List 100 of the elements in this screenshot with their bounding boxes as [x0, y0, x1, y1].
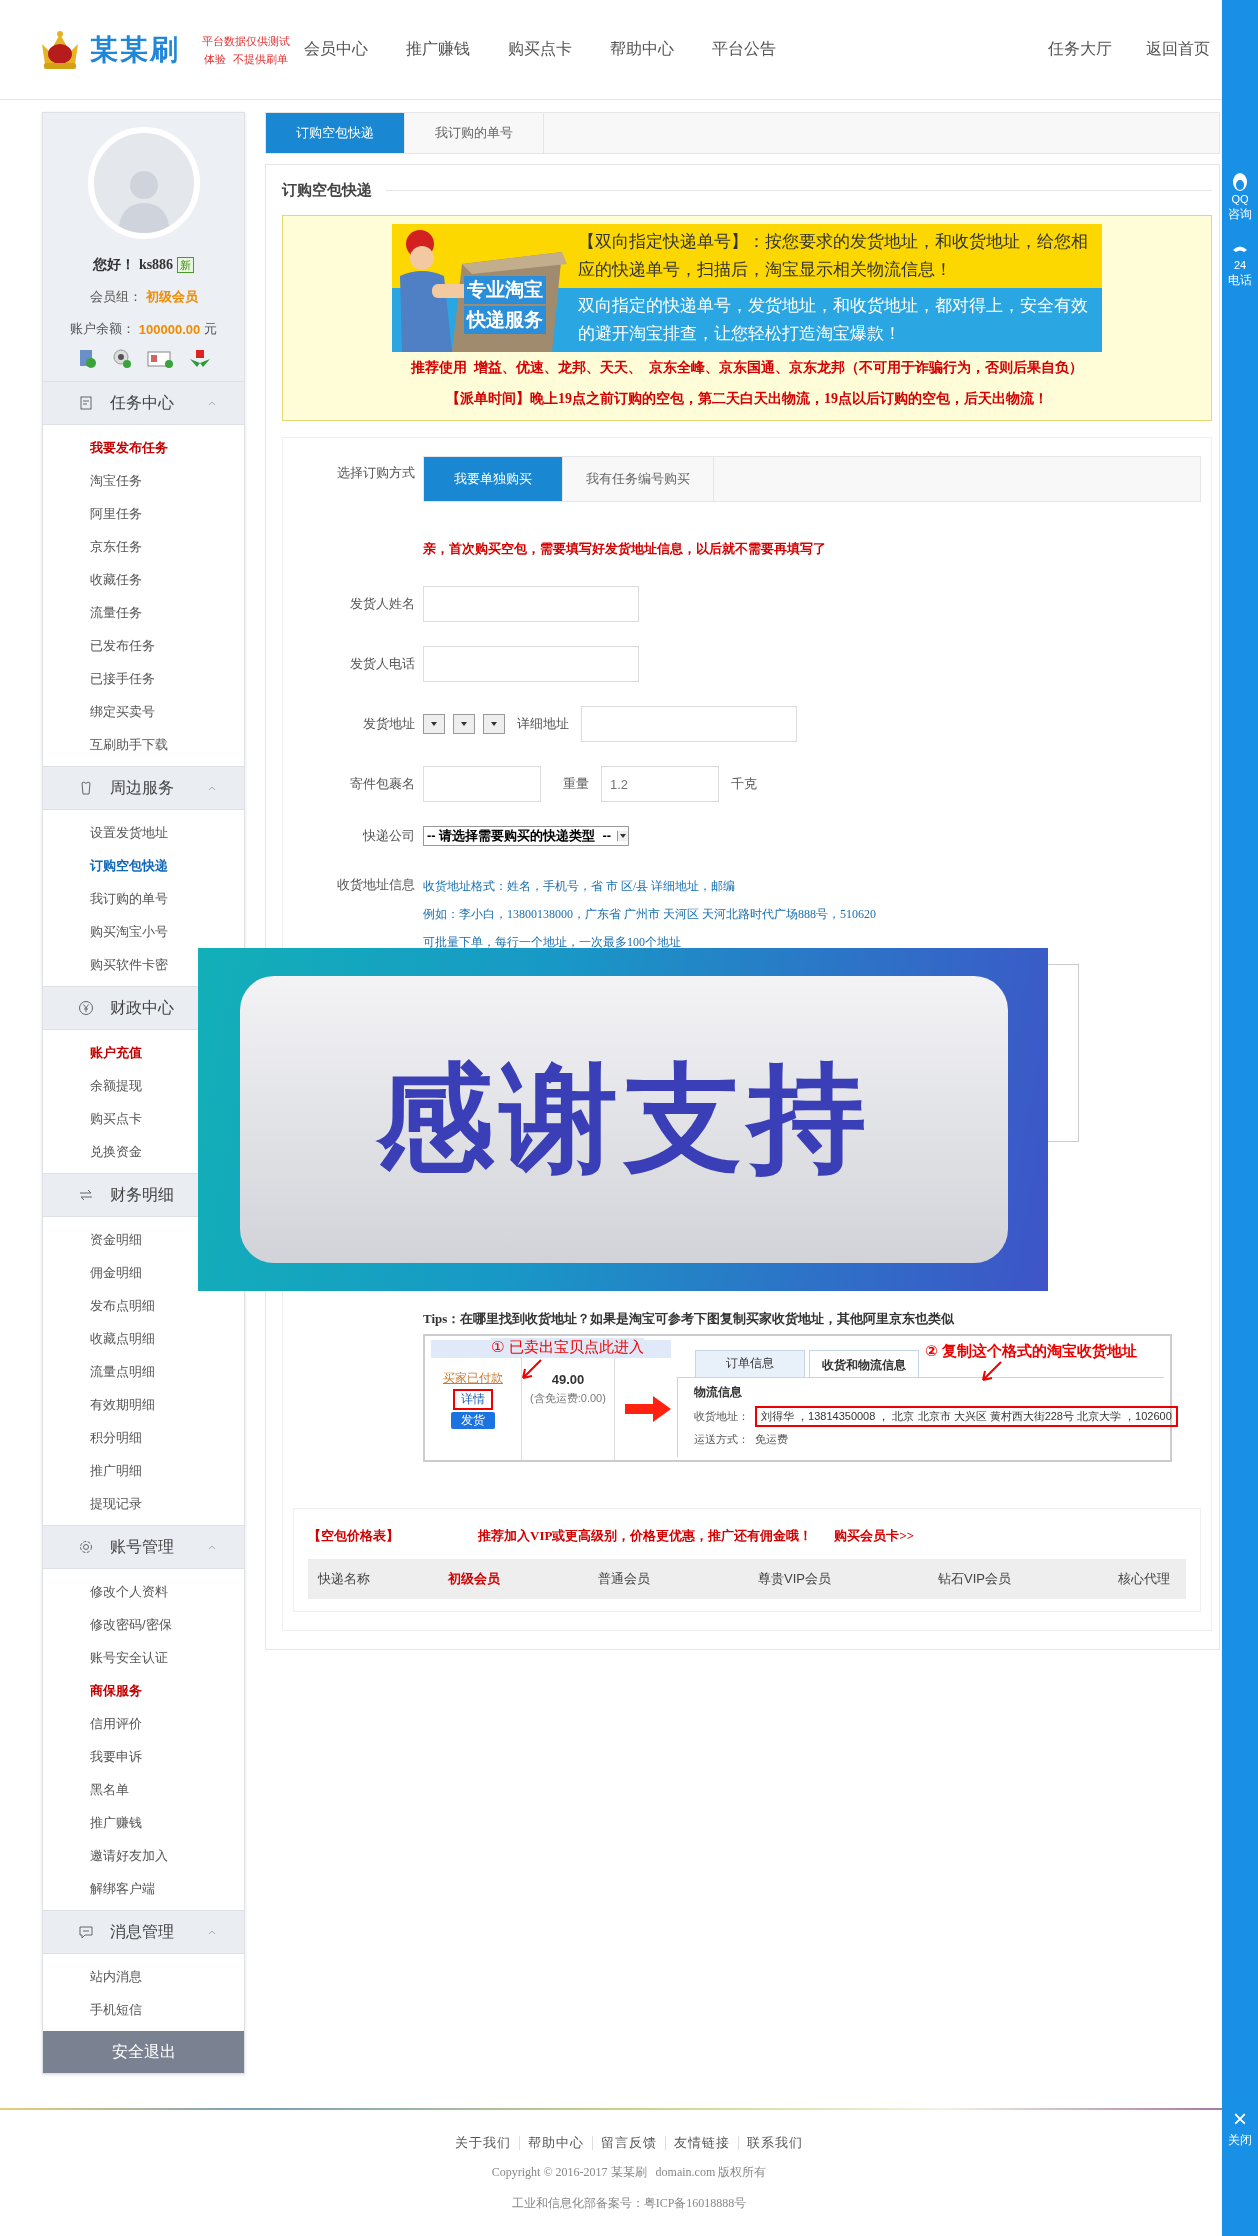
sidebar-link[interactable]: 修改个人资料: [43, 1575, 244, 1608]
input-field[interactable]: [423, 766, 541, 802]
input-field[interactable]: [423, 646, 639, 682]
hands-icon: [188, 349, 211, 369]
sidebar-link[interactable]: 阿里任务: [43, 497, 244, 530]
sidebar-link[interactable]: 互刷助手下载: [43, 728, 244, 761]
sidebar-link[interactable]: 提现记录: [43, 1487, 244, 1520]
nav-link[interactable]: 平台公告: [712, 39, 776, 60]
nav-link[interactable]: 推广赚钱: [406, 39, 470, 60]
sidebar-link[interactable]: 账号安全认证: [43, 1641, 244, 1674]
section-title: 账号管理: [110, 1536, 174, 1557]
section-header[interactable]: 周边服务: [43, 766, 244, 810]
sidebar-link[interactable]: 推广赚钱: [43, 1806, 244, 1839]
sidebar-link[interactable]: 邀请好友加入: [43, 1839, 244, 1872]
sidebar-link[interactable]: 流量点明细: [43, 1355, 244, 1388]
logout-button[interactable]: 安全退出: [43, 2031, 244, 2073]
tab[interactable]: 订单信息: [695, 1350, 805, 1377]
nav-link[interactable]: 帮助中心: [610, 39, 674, 60]
field-label: 重量: [563, 775, 589, 793]
sidebar-link[interactable]: 我要申诉: [43, 1740, 244, 1773]
field-label: 发货地址: [362, 715, 415, 733]
tips-text: Tips：在哪里找到收货地址？如果是淘宝可参考下图复制买家收货地址，其他阿里京东也类似: [423, 1310, 956, 1328]
footer-link[interactable]: 关于我们: [447, 2136, 519, 2150]
sidebar-link[interactable]: 推广明细: [43, 1454, 244, 1487]
member-group: 初级会员: [145, 288, 198, 306]
column-header: 核心代理: [1118, 1570, 1171, 1588]
form-note: 亲，首次购买空包，需要填写好发货地址信息，以后就不需要再填写了: [423, 540, 827, 558]
field-label: 收货地址：: [694, 1409, 749, 1424]
document-icon: [78, 395, 94, 411]
region-select[interactable]: [483, 714, 505, 734]
toolbar-label: QQ: [1231, 192, 1249, 206]
tab[interactable]: 我要单独购买: [424, 457, 563, 501]
sidebar-link[interactable]: 修改密码/密保: [43, 1608, 244, 1641]
gear-icon: [78, 1539, 94, 1555]
region-select[interactable]: [453, 714, 475, 734]
sidebar-link[interactable]: 解绑客户端: [43, 1872, 244, 1905]
input-field[interactable]: 1.2: [601, 766, 719, 802]
sidebar-link[interactable]: 商保服务: [43, 1674, 244, 1707]
penguin-icon: [1231, 172, 1249, 192]
footer-link[interactable]: 联系我们: [738, 2136, 811, 2150]
notice-text: 推荐使用 增益、优速、龙邦、天天、 京东全峰、京东国通、京东龙邦（不可用于诈骗行为，否则后果自负）: [411, 359, 1083, 377]
sidebar-link[interactable]: 绑定买卖号: [43, 695, 244, 728]
sidebar-link[interactable]: 收藏任务: [43, 563, 244, 596]
banner-headline: 【双向指定快递单号】：按您要求的发货地址，和收货地址，给您相应的快递单号，扫描后，淘宝显示相关物流信息！: [572, 224, 1102, 288]
field-value: 免运费: [755, 1432, 788, 1447]
footer-link[interactable]: 友情链接: [665, 2136, 738, 2150]
sidebar-link[interactable]: 京东任务: [43, 530, 244, 563]
column-header: 钻石VIP会员: [938, 1570, 1012, 1588]
tab[interactable]: 收货和物流信息: [809, 1350, 919, 1377]
sidebar-link[interactable]: 发布点明细: [43, 1289, 244, 1322]
sidebar-link[interactable]: 购买淘宝小号: [43, 915, 244, 948]
sidebar-link[interactable]: 黑名单: [43, 1773, 244, 1806]
footer-link[interactable]: 留言反馈: [592, 2136, 665, 2150]
footer-link[interactable]: 帮助中心: [519, 2136, 592, 2150]
sidebar-link[interactable]: 收藏点明细: [43, 1322, 244, 1355]
panel-title: 订购空包快递: [282, 180, 372, 200]
nav-link[interactable]: 返回首页: [1146, 39, 1210, 60]
sidebar-link[interactable]: 我订购的单号: [43, 882, 244, 915]
column-header: 尊贵VIP会员: [758, 1570, 832, 1588]
buy-card-link[interactable]: 购买会员卡>>: [834, 1527, 915, 1545]
column-header: 快递名称: [318, 1570, 371, 1588]
nav-link[interactable]: 购买点卡: [508, 39, 572, 60]
format-hint: 例如：李小白，13800138000，广东省 广州市 天河区 天河北路时代广场888号，510620: [423, 906, 877, 923]
sidebar-link[interactable]: 站内消息: [43, 1960, 244, 1993]
nav-link[interactable]: 任务大厅: [1048, 39, 1112, 60]
section-header[interactable]: 账号管理: [43, 1525, 244, 1569]
annotation-text: ② 复制这个格式的淘宝收货地址: [925, 1342, 1137, 1361]
sidebar-link[interactable]: 已接手任务: [43, 662, 244, 695]
input-field[interactable]: [423, 586, 639, 622]
sidebar-link[interactable]: 信用评价: [43, 1707, 244, 1740]
table-title: 【空包价格表】: [308, 1527, 400, 1545]
detail-button[interactable]: 详情: [453, 1389, 493, 1410]
sidebar-link[interactable]: 已发布任务: [43, 629, 244, 662]
sidebar-link[interactable]: 有效期明细: [43, 1388, 244, 1421]
region-select[interactable]: [423, 714, 445, 734]
section-header[interactable]: 任务中心: [43, 381, 244, 425]
notice-text: 【派单时间】晚上19点之前订购的空包，第二天白天出物流，19点以后订购的空包，后天出物流！: [446, 390, 1048, 408]
icp-text: 工业和信息化部备案号：粤ICP备16018888号: [511, 2195, 747, 2212]
new-badge: 新: [177, 257, 195, 273]
order-status: 买家已付款: [443, 1370, 503, 1387]
shirt-icon: [78, 780, 94, 796]
sidebar-link[interactable]: 积分明细: [43, 1421, 244, 1454]
ship-button[interactable]: 发货: [451, 1412, 495, 1429]
sidebar-link[interactable]: 设置发货地址: [43, 816, 244, 849]
sidebar-link[interactable]: 订购空包快递: [43, 849, 244, 882]
courier-select[interactable]: -- 请选择需要购买的快递类型 --: [423, 826, 630, 846]
unit-label: 千克: [731, 775, 757, 793]
tab[interactable]: 订购空包快递: [266, 113, 405, 153]
section-title: 财务明细: [110, 1184, 174, 1205]
sidebar-link[interactable]: 淘宝任务: [43, 464, 244, 497]
sidebar-link[interactable]: 流量任务: [43, 596, 244, 629]
sidebar-link[interactable]: 我要发布任务: [43, 431, 244, 464]
field-label: 发货人电话: [349, 655, 415, 673]
input-field[interactable]: [581, 706, 797, 742]
price-text: 49.00: [551, 1372, 585, 1387]
sidebar-link[interactable]: 手机短信: [43, 1993, 244, 2026]
copyright-text: Copyright © 2016-2017 某某刷 domain.com 版权所有: [491, 2164, 767, 2181]
field-label: 选择订购方式: [336, 464, 415, 482]
section-header[interactable]: 消息管理: [43, 1910, 244, 1954]
nav-link[interactable]: 会员中心: [304, 39, 368, 60]
